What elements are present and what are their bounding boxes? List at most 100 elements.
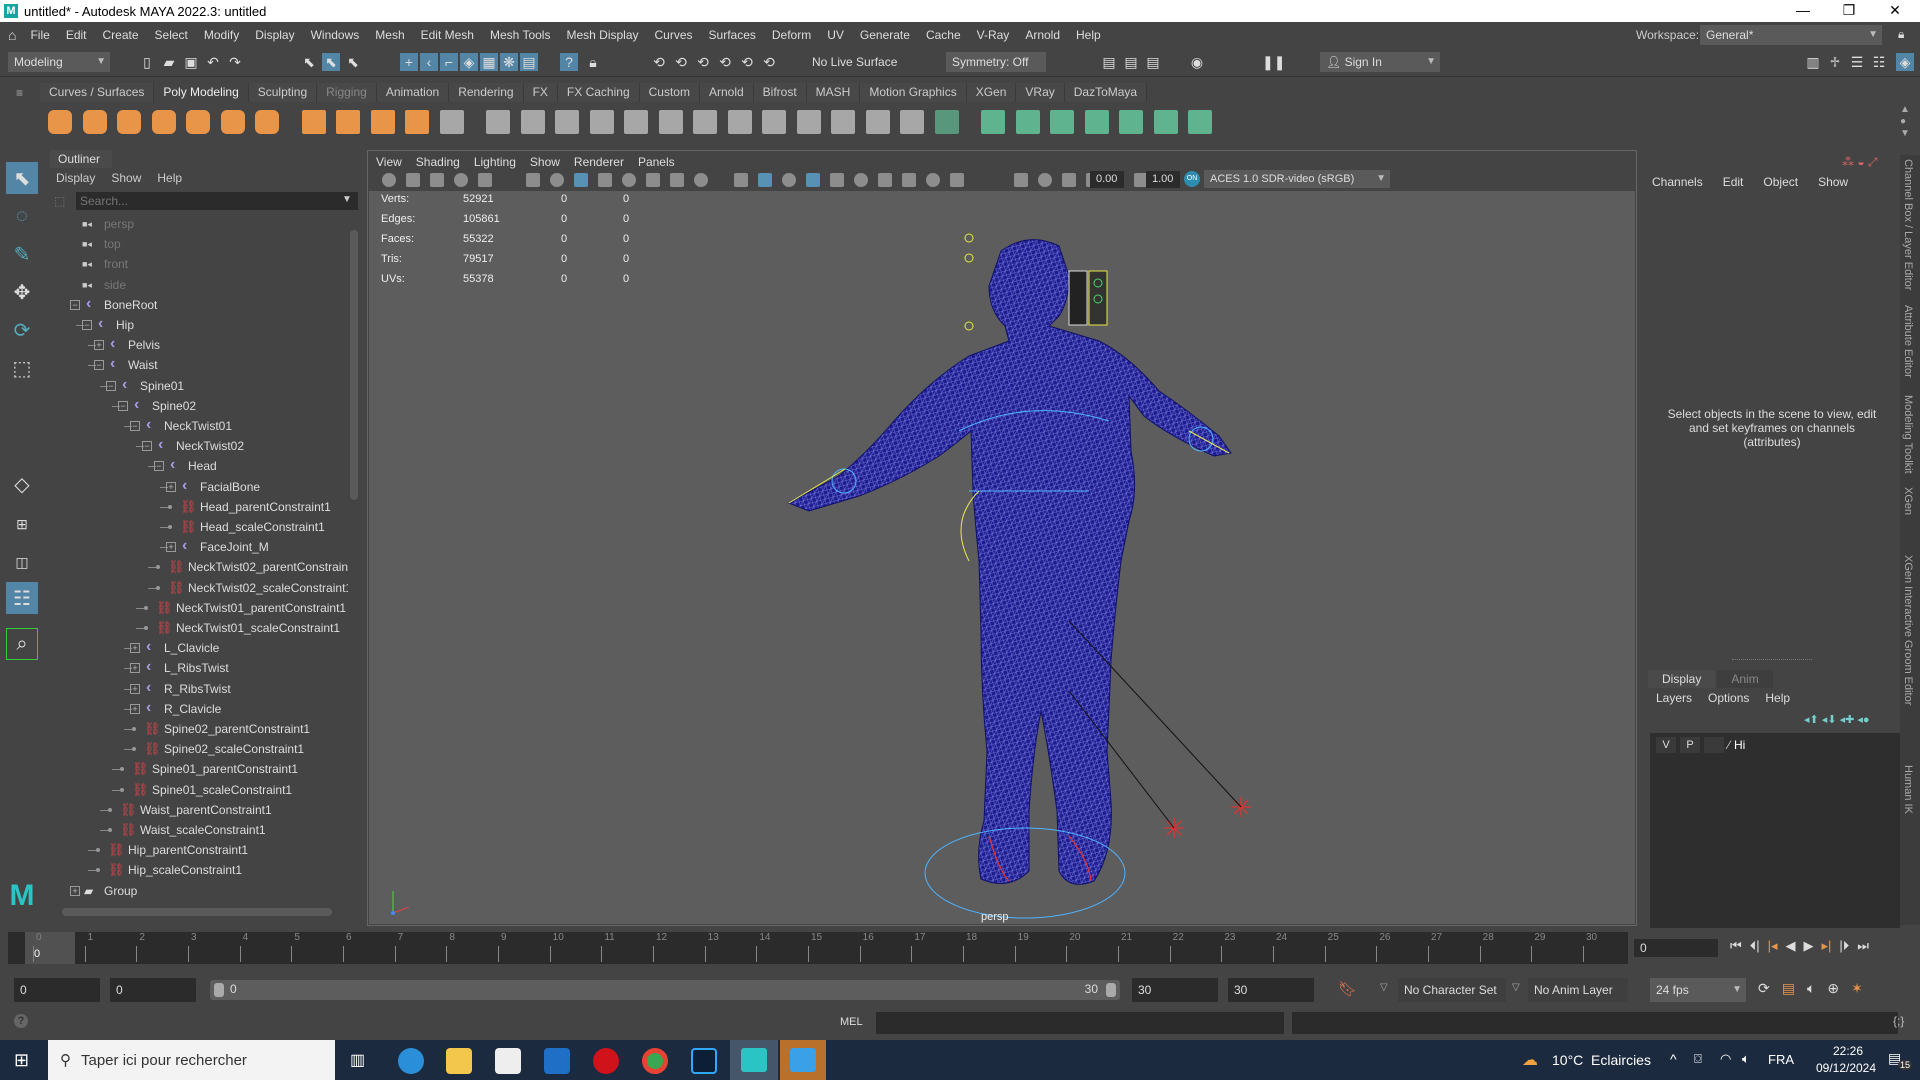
color-management-toggle-icon[interactable]: ON xyxy=(1184,171,1200,187)
side-tab-human-ik[interactable]: Human IK xyxy=(1902,765,1914,814)
viewport-menu-panels[interactable]: Panels xyxy=(638,155,675,169)
collapse-icon[interactable]: − xyxy=(142,441,152,452)
scale-tool-icon[interactable]: ⬚ xyxy=(6,352,38,384)
outliner-item[interactable]: + ‹ R_RibsTwist xyxy=(48,679,348,699)
outliner-item[interactable]: + ‹ L_RibsTwist xyxy=(48,658,348,678)
layer-tab-anim[interactable]: Anim xyxy=(1717,670,1773,688)
chrome-icon[interactable] xyxy=(642,1048,668,1074)
lock-icon[interactable]: 🔒︎ xyxy=(1898,27,1904,42)
shelf-menu-icon[interactable]: ≡ xyxy=(16,86,23,100)
four-view-layout-icon[interactable]: ⊞ xyxy=(6,508,38,540)
cone-icon[interactable] xyxy=(151,110,176,134)
help-icon[interactable]: ? xyxy=(560,53,578,71)
channel-box-menu-show[interactable]: Show xyxy=(1818,175,1848,189)
script-language-label[interactable]: MEL xyxy=(840,1016,863,1028)
uv-cylindrical-icon[interactable] xyxy=(1015,110,1040,134)
outliner-item[interactable]: ⛓ Head_scaleConstraint1 xyxy=(48,517,348,537)
outliner-item[interactable]: ⛓ Spine01_parentConstraint1 xyxy=(48,759,348,779)
combine-icon[interactable] xyxy=(486,110,510,134)
shelf-tab-mash[interactable]: MASH xyxy=(806,83,861,102)
layer-visibility-toggle[interactable]: V xyxy=(1656,737,1676,753)
ambient-occlusion-icon[interactable] xyxy=(902,173,916,187)
save-scene-icon[interactable]: ▣ xyxy=(182,53,200,71)
bookmarks-icon[interactable] xyxy=(430,173,444,187)
smooth-icon[interactable] xyxy=(555,110,579,134)
shelf-tab-sculpting[interactable]: Sculpting xyxy=(248,83,318,102)
grid-icon[interactable] xyxy=(550,173,564,187)
outliner-item[interactable]: ⛓ Hip_scaleConstraint1 xyxy=(48,860,348,880)
outliner-item[interactable]: ⛓ Waist_scaleConstraint1 xyxy=(48,820,348,840)
uv-unfold-icon[interactable] xyxy=(1084,110,1109,134)
outliner-hscrollbar[interactable] xyxy=(62,908,332,916)
outliner-item[interactable]: + ‹ Pelvis xyxy=(48,335,348,355)
undo-icon[interactable]: ↶ xyxy=(204,53,222,71)
layer-menu-options[interactable]: Options xyxy=(1708,691,1749,705)
render-frame-icon[interactable]: ▤ xyxy=(1100,53,1118,71)
extrude-icon[interactable] xyxy=(658,110,683,134)
loop-icon[interactable]: ⟳ xyxy=(1758,980,1770,997)
weather-text[interactable]: 10°C Eclaircies xyxy=(1552,1052,1651,1068)
chevron-down-icon[interactable]: ▼ xyxy=(342,194,352,205)
attribute-editor-icon[interactable]: ☰ xyxy=(1848,53,1866,71)
image-plane-icon[interactable] xyxy=(454,173,468,187)
range-end-handle[interactable] xyxy=(1106,983,1116,997)
uv-cut-icon[interactable] xyxy=(1153,110,1178,134)
render-view-icon[interactable]: ▤ xyxy=(520,53,538,71)
human-ik-icon[interactable]: ♱ xyxy=(1826,53,1844,71)
play-forwards-button[interactable]: ▶ xyxy=(1804,938,1814,954)
channel-box-toggle-icon[interactable]: ◈ xyxy=(1896,53,1914,71)
locator-icon[interactable] xyxy=(964,253,974,263)
outliner-item[interactable]: ■◂ side xyxy=(48,275,348,295)
select-object-icon[interactable]: ⬉ xyxy=(322,53,340,71)
locator-icon[interactable] xyxy=(964,233,974,243)
chevron-down-icon[interactable]: ▽ xyxy=(1380,982,1388,993)
select-hierarchy-icon[interactable]: ⬉ xyxy=(300,53,318,71)
shelf-tab-motion-graphics[interactable]: Motion Graphics xyxy=(860,83,967,102)
expand-icon[interactable]: + xyxy=(166,481,176,492)
resolution-gate-icon[interactable] xyxy=(598,173,612,187)
collapse-icon[interactable]: − xyxy=(106,380,116,391)
exposure-field[interactable]: 0.00 xyxy=(1090,171,1124,188)
outliner-item[interactable]: ⛓ NeckTwist02_parentConstraint xyxy=(48,557,348,577)
outliner-item[interactable]: ⛓ Spine01_scaleConstraint1 xyxy=(48,780,348,800)
render-setup-icon[interactable]: ⟲ xyxy=(760,53,778,71)
maya-taskbar-button[interactable] xyxy=(730,1040,778,1080)
camera-icon[interactable]: ⌼ xyxy=(1694,1051,1702,1067)
shelf-tab-rigging[interactable]: Rigging xyxy=(317,83,377,102)
pause-icon[interactable]: ❚❚ xyxy=(1262,53,1285,71)
taskbar-search[interactable]: ⚲ Taper ici pour rechercher xyxy=(48,1040,335,1080)
film-gate-icon[interactable] xyxy=(574,173,588,187)
wifi-icon[interactable]: ◠ xyxy=(1720,1051,1731,1067)
time-slider[interactable]: 0123456789101112131415161718192021222324… xyxy=(8,932,1628,964)
outliner-item[interactable]: − ‹ NeckTwist01 xyxy=(48,416,348,436)
use-lights-icon[interactable] xyxy=(854,173,868,187)
expand-icon[interactable]: + xyxy=(130,703,140,714)
outlook-icon[interactable] xyxy=(544,1048,570,1074)
script-editor-icon[interactable]: {;} xyxy=(1893,1014,1904,1028)
viewport-menu-lighting[interactable]: Lighting xyxy=(474,155,516,169)
outliner-vscrollbar[interactable] xyxy=(350,218,358,898)
expand-icon[interactable]: + xyxy=(130,683,140,694)
ipr-render-icon[interactable]: ⟲ xyxy=(694,53,712,71)
ipr-icon[interactable]: ▤ xyxy=(1144,53,1162,71)
outliner-item[interactable]: + ‹ FacialBone xyxy=(48,477,348,497)
menu-cache[interactable]: Cache xyxy=(918,28,969,42)
windows-start-icon[interactable]: ⊞ xyxy=(14,1050,29,1071)
snap-view-plane-icon[interactable]: ◈ xyxy=(460,53,478,71)
store-icon[interactable] xyxy=(495,1048,521,1074)
menu-uv[interactable]: UV xyxy=(819,28,852,42)
shelf-tab-xgen[interactable]: XGen xyxy=(966,83,1017,102)
volume-icon[interactable]: 🔈︎ xyxy=(1742,1051,1750,1067)
depth-of-field-icon[interactable] xyxy=(1014,173,1028,187)
sign-in-dropdown[interactable]: 👤︎ Sign In ▼ xyxy=(1320,52,1440,72)
side-tab-attribute-editor[interactable]: Attribute Editor xyxy=(1902,305,1914,378)
shelf-tab-custom[interactable]: Custom xyxy=(639,83,700,102)
single-view-layout-icon[interactable]: ◇ xyxy=(6,468,38,500)
play-backwards-button[interactable]: ◀ xyxy=(1786,938,1796,954)
shelf-tab-arnold[interactable]: Arnold xyxy=(699,83,754,102)
side-tab-xgen[interactable]: XGen xyxy=(1902,487,1914,515)
tool-settings-icon[interactable]: ☷ xyxy=(1870,53,1888,71)
outliner-item[interactable]: − ‹ Spine01 xyxy=(48,376,348,396)
locator-icon[interactable] xyxy=(964,321,974,331)
collapse-icon[interactable]: − xyxy=(154,461,164,472)
